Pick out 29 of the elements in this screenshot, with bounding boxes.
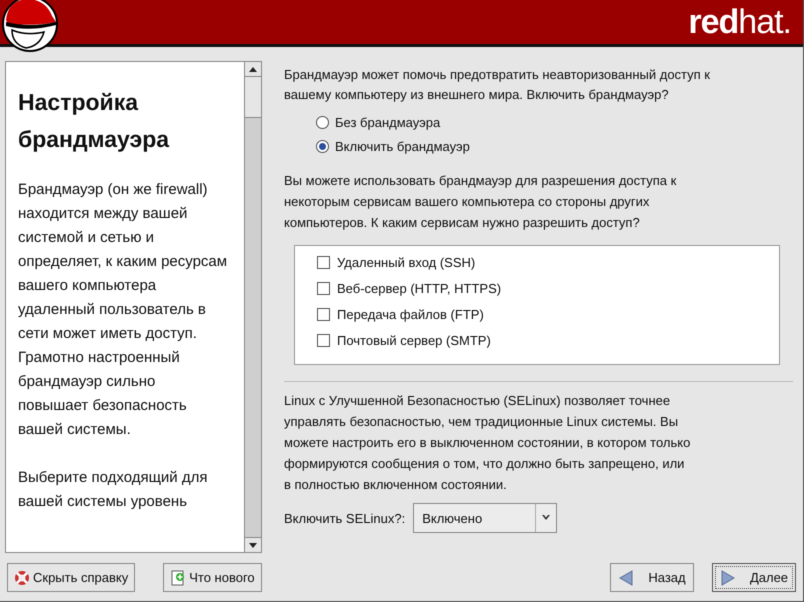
- service-checkbox[interactable]: Передача файлов (FTP): [317, 301, 779, 327]
- scrollbar-thumb[interactable]: [245, 77, 261, 118]
- radio-option[interactable]: Включить брандмауэр: [316, 134, 793, 158]
- up-arrow-icon: [249, 66, 257, 72]
- logo-text: redhat.: [688, 2, 791, 40]
- lifebuoy-icon: [14, 570, 30, 586]
- services-intro: Вы можете использовать брандмауэр для разрешения доступа к некоторым сервисам вашего компьютера со стороны других компьютеров. К каким сервисам нужно разрешить доступ?: [284, 172, 678, 232]
- help-paragraph: Брандмауэр (он же firewall) находится между вашей системой и сетью и определяет, к каким ресурсам вашего компьютера удаленный пользователь в сети может иметь доступ. Грамотно настроенный брандмауэр сильно повышает безопасность вашей системы.: [18, 180, 228, 440]
- hide-help-button[interactable]: Скрыть справку: [7, 563, 136, 592]
- firewall-intro: Брандмауэр может помочь предотвратить неавторизованный доступ к вашему компьютеру из внешнего мира. Включить брандмауэр?: [284, 66, 711, 104]
- logo-icon: [0, 0, 60, 52]
- document-plus-icon: [170, 570, 186, 586]
- service-checkbox[interactable]: Почтовый сервер (SMTP): [317, 327, 779, 353]
- scrollbar[interactable]: [244, 62, 261, 552]
- caret-icon: [542, 515, 550, 521]
- next-button[interactable]: Далее: [712, 563, 796, 592]
- down-arrow-icon: [249, 542, 257, 548]
- service-checkbox[interactable]: Удаленный вход (SSH): [317, 249, 779, 275]
- whats-new-button[interactable]: Что нового: [163, 563, 262, 592]
- selinux-dropdown[interactable]: Включено: [413, 503, 558, 533]
- help-paragraph: Выберите подходящий для вашей системы уровень: [18, 468, 208, 512]
- selinux-label: Включить SELinux?:: [284, 510, 406, 526]
- selinux-description: Linux с Улучшенной Безопасностью (SELinux) позволяет точнее управлять безопасностью, чем традиционные Linux системы. Вы можете настроить его в выключенном состоянии, в котором только формируются сообщения о том, что должно быть запрещено, или в полностью включенном состоянии.: [284, 392, 692, 494]
- left-arrow-icon: [618, 570, 634, 586]
- back-button[interactable]: Назад: [610, 563, 694, 592]
- service-checkbox[interactable]: Веб-сервер (HTTP, HTTPS): [317, 275, 779, 301]
- right-arrow-icon: [720, 570, 736, 586]
- help-title: Настройка брандмауэра: [18, 88, 170, 154]
- radio-option[interactable]: Без брандмауэра: [316, 110, 793, 134]
